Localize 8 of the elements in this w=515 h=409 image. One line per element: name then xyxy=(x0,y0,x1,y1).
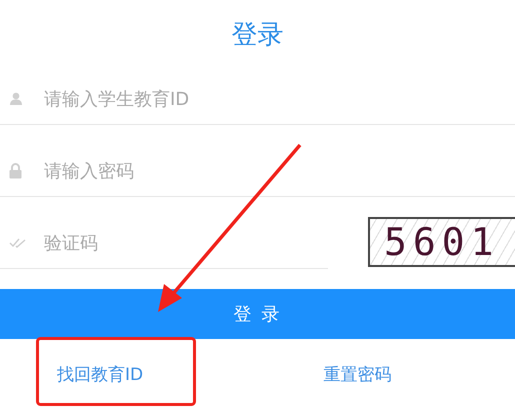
recover-id-link[interactable]: 找回教育ID xyxy=(0,362,200,386)
user-icon xyxy=(9,92,23,106)
login-button[interactable]: 登 录 xyxy=(0,289,515,339)
captcha-image[interactable]: 5601 xyxy=(368,217,515,267)
page-title: 登录 xyxy=(232,20,284,50)
lock-icon xyxy=(9,163,22,179)
reset-password-link[interactable]: 重置密码 xyxy=(324,362,392,386)
double-check-icon xyxy=(9,238,27,248)
